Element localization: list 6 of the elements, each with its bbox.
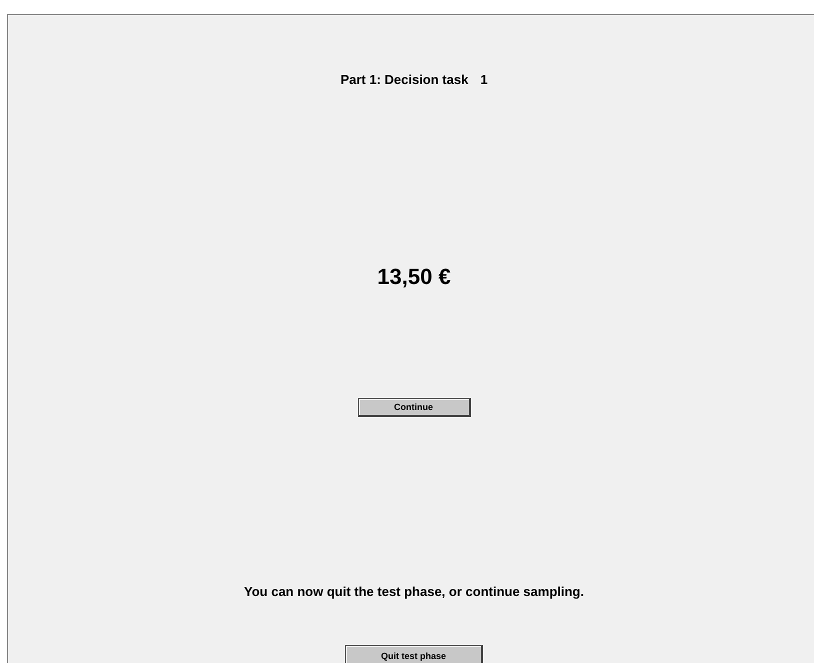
quit-button[interactable]: Quit test phase bbox=[345, 645, 483, 663]
instruction-text: You can now quit the test phase, or continue sampling. bbox=[244, 584, 584, 600]
task-number: 1 bbox=[480, 72, 488, 88]
task-title: Part 1: Decision task bbox=[340, 72, 468, 88]
continue-button[interactable]: Continue bbox=[358, 398, 470, 417]
amount-text: 13,50 € bbox=[377, 264, 451, 290]
